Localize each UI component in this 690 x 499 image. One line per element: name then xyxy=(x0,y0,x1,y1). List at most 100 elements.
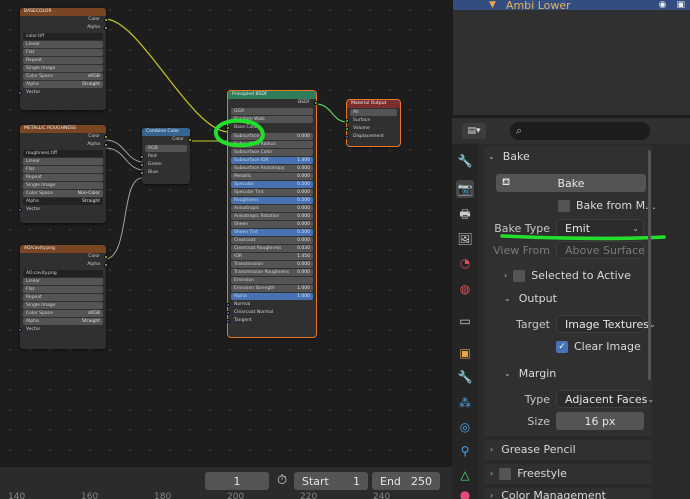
end-frame-field[interactable]: End 250 xyxy=(372,472,440,490)
outliner-row-selected[interactable]: ▼ Ambi Lower ◉ ▣ xyxy=(453,0,690,12)
output-tab-icon[interactable]: 🖶 xyxy=(456,206,474,224)
combine-color-node[interactable]: Combine Color Color RGB Red Green Blue xyxy=(140,128,192,184)
editor-type-button[interactable]: ▤▾ xyxy=(462,123,486,139)
bsdf-input-subsurface-ior[interactable]: Subsurface IOR 1.400 xyxy=(231,157,313,164)
subsurface-method-dropdown[interactable]: Random Walk xyxy=(231,116,313,123)
interpolation-dropdown[interactable]: Linear xyxy=(23,41,103,48)
bsdf-input-roughness[interactable]: Roughness 0.500 xyxy=(231,197,313,204)
source-dropdown[interactable]: Single Image xyxy=(23,302,103,309)
tool-tab-icon[interactable]: 🔧 xyxy=(456,152,474,170)
frame-ruler[interactable]: 140 160 180 200 220 240 xyxy=(0,492,452,499)
colorspace-dropdown[interactable]: Color Space Non-Color xyxy=(23,190,103,197)
projection-dropdown[interactable]: Flat xyxy=(23,166,103,173)
socket-icon[interactable] xyxy=(226,126,230,130)
alpha-dropdown[interactable]: Alpha Straight xyxy=(23,198,103,205)
socket-icon[interactable] xyxy=(345,127,349,131)
extension-dropdown[interactable]: Repeat xyxy=(23,57,103,64)
socket-icon[interactable] xyxy=(104,263,108,267)
bsdf-input-subsurface-color[interactable]: Subsurface Color xyxy=(231,149,313,156)
bsdf-input-anisotropic-rotation[interactable]: Anisotropic Rotation 0.000 xyxy=(231,213,313,220)
start-frame-field[interactable]: Start 1 xyxy=(294,472,368,490)
bsdf-input-alpha[interactable]: Alpha 1.000 xyxy=(231,293,313,300)
socket-icon[interactable] xyxy=(140,155,144,159)
eye-icon[interactable]: ◉ xyxy=(659,0,667,10)
bsdf-input-transmission-roughness[interactable]: Transmission Roughness 0.000 xyxy=(231,269,313,276)
socket-icon[interactable] xyxy=(18,91,22,95)
interpolation-dropdown[interactable]: Linear xyxy=(23,278,103,285)
image-selector[interactable]: color.tiff xyxy=(23,33,103,40)
socket-icon[interactable] xyxy=(226,303,230,307)
socket-icon[interactable] xyxy=(345,119,349,123)
alpha-dropdown[interactable]: Alpha Straight xyxy=(23,318,103,325)
bsdf-input-emission-strength[interactable]: Emission Strength 1.000 xyxy=(231,285,313,292)
principled-bsdf-node[interactable]: Principled BSDF BSDF GGX Random Walk Bas… xyxy=(226,90,318,338)
projection-dropdown[interactable]: Flat xyxy=(23,49,103,56)
interpolation-dropdown[interactable]: Linear xyxy=(23,158,103,165)
bsdf-input-anisotropic[interactable]: Anisotropic 0.000 xyxy=(231,205,313,212)
socket-icon[interactable] xyxy=(104,135,108,139)
collection-tab-icon[interactable]: ▭ xyxy=(456,312,474,330)
socket-icon[interactable] xyxy=(314,101,318,105)
bsdf-input-transmission[interactable]: Transmission 0.000 xyxy=(231,261,313,268)
bsdf-input-subsurface[interactable]: Subsurface 0.000 xyxy=(231,133,313,140)
colorspace-dropdown[interactable]: Color Space sRGB xyxy=(23,310,103,317)
render-tab-icon[interactable]: 📷 xyxy=(456,180,474,198)
bsdf-input-metallic[interactable]: Metallic 0.000 xyxy=(231,173,313,180)
mode-dropdown[interactable]: RGB xyxy=(145,145,187,152)
image-selector[interactable]: roughness.tiff xyxy=(23,150,103,157)
socket-icon[interactable] xyxy=(140,171,144,175)
target-dropdown[interactable]: All xyxy=(350,109,397,116)
data-tab-icon[interactable]: △ xyxy=(456,466,474,484)
image-texture-node-ao[interactable]: AO/cavity.png Color Alpha AO.cavity.png … xyxy=(18,245,108,349)
current-frame-field[interactable]: 1 xyxy=(205,472,269,490)
camera-icon[interactable]: ▣ xyxy=(676,0,685,10)
bsdf-input-sheen[interactable]: Sheen 0.000 xyxy=(231,221,313,228)
socket-icon[interactable] xyxy=(104,18,108,22)
source-dropdown[interactable]: Single Image xyxy=(23,182,103,189)
projection-dropdown[interactable]: Flat xyxy=(23,286,103,293)
material-tab-icon[interactable]: ● xyxy=(456,486,474,499)
socket-icon[interactable] xyxy=(140,163,144,167)
node-editor[interactable]: BASECOLOR Color Alpha color.tiff Linear … xyxy=(0,0,444,466)
socket-icon[interactable] xyxy=(226,319,230,323)
bsdf-input-ior[interactable]: IOR 1.450 xyxy=(231,253,313,260)
constraints-tab-icon[interactable]: ⚲ xyxy=(456,442,474,460)
bsdf-input-specular-tint[interactable]: Specular Tint 0.000 xyxy=(231,189,313,196)
properties-scrollbar[interactable] xyxy=(648,150,651,380)
object-tab-icon[interactable]: ▣ xyxy=(456,344,474,362)
timeline[interactable]: 1 ⏱ Start 1 End 250 140 160 180 200 220 240 xyxy=(0,466,452,499)
view-layer-tab-icon[interactable]: 🖼 xyxy=(456,230,474,248)
stopwatch-icon[interactable]: ⏱ xyxy=(277,473,287,488)
world-tab-icon[interactable]: ◍ xyxy=(456,280,474,298)
outliner[interactable]: ▼ Ambi Lower ◉ ▣ xyxy=(452,0,690,115)
socket-icon[interactable] xyxy=(18,328,22,332)
bsdf-input-clearcoat-roughness[interactable]: Clearcoat Roughness 0.030 xyxy=(231,245,313,252)
properties-panel[interactable]: ⌄ Bake ⛾ Bake Bake from M... Bake Type E… xyxy=(478,144,690,499)
scene-tab-icon[interactable]: ◔ xyxy=(456,254,474,272)
modifier-tab-icon[interactable]: 🔧 xyxy=(456,368,474,386)
socket-icon[interactable] xyxy=(104,143,108,147)
properties-search-input[interactable]: ⌕ xyxy=(510,122,650,140)
particles-tab-icon[interactable]: ⁂ xyxy=(456,394,474,412)
socket-icon[interactable] xyxy=(345,135,349,139)
extension-dropdown[interactable]: Repeat xyxy=(23,294,103,301)
bsdf-input-specular[interactable]: Specular 0.500 xyxy=(231,181,313,188)
bsdf-input-emission[interactable]: Emission xyxy=(231,277,313,284)
image-texture-node-basecolor[interactable]: BASECOLOR Color Alpha color.tiff Linear … xyxy=(18,8,108,110)
distribution-dropdown[interactable]: GGX xyxy=(231,108,313,115)
colorspace-dropdown[interactable]: Color Space sRGB xyxy=(23,73,103,80)
image-texture-node-roughness[interactable]: METALLIC ROUGHNESS Color Alpha roughness… xyxy=(18,125,108,223)
socket-icon[interactable] xyxy=(104,26,108,30)
socket-icon[interactable] xyxy=(188,138,192,142)
socket-icon[interactable] xyxy=(18,208,22,212)
bsdf-input-subsurface-radius[interactable]: Subsurface Radius xyxy=(231,141,313,148)
bsdf-input-clearcoat[interactable]: Clearcoat 0.000 xyxy=(231,237,313,244)
physics-tab-icon[interactable]: ◎ xyxy=(456,418,474,436)
bsdf-input-subsurface-anisotropy[interactable]: Subsurface Anisotropy 0.000 xyxy=(231,165,313,172)
image-selector[interactable]: AO.cavity.png xyxy=(23,270,103,277)
bsdf-input-sheen-tint[interactable]: Sheen Tint 0.500 xyxy=(231,229,313,236)
material-output-node[interactable]: Material Output All Surface Volume Displ… xyxy=(345,99,401,147)
source-dropdown[interactable]: Single Image xyxy=(23,65,103,72)
alpha-dropdown[interactable]: Alpha Straight xyxy=(23,81,103,88)
socket-icon[interactable] xyxy=(104,255,108,259)
